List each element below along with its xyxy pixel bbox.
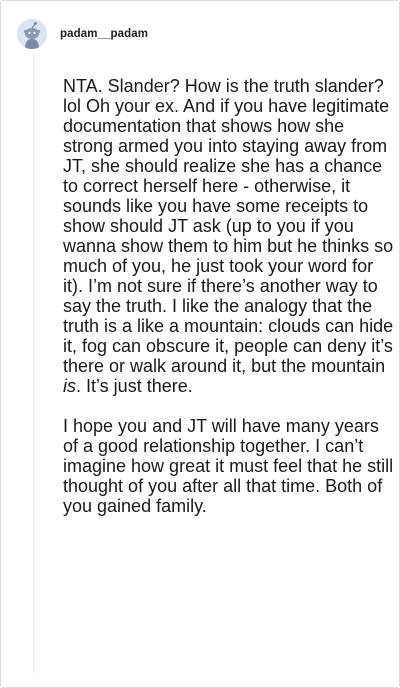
comment-paragraph-1: NTA. Slander? How is the truth slander? … (63, 76, 397, 396)
comment-body: NTA. Slander? How is the truth slander? … (63, 76, 397, 516)
username[interactable]: padam__padam (60, 28, 148, 40)
comment-card: padam__padam NTA. Slander? How is the tr… (0, 0, 400, 688)
avatar[interactable] (17, 19, 47, 49)
thread-line[interactable] (33, 53, 34, 673)
snoo-avatar-icon (17, 19, 47, 49)
comment-paragraph-2: I hope you and JT will have many years o… (63, 416, 394, 516)
comment-header: padam__padam (17, 17, 148, 51)
paragraph-1-emphasis: is (63, 376, 76, 396)
paragraph-1-text-end: . It’s just there. (76, 376, 193, 396)
paragraph-1-text: NTA. Slander? How is the truth slander? … (63, 76, 394, 376)
